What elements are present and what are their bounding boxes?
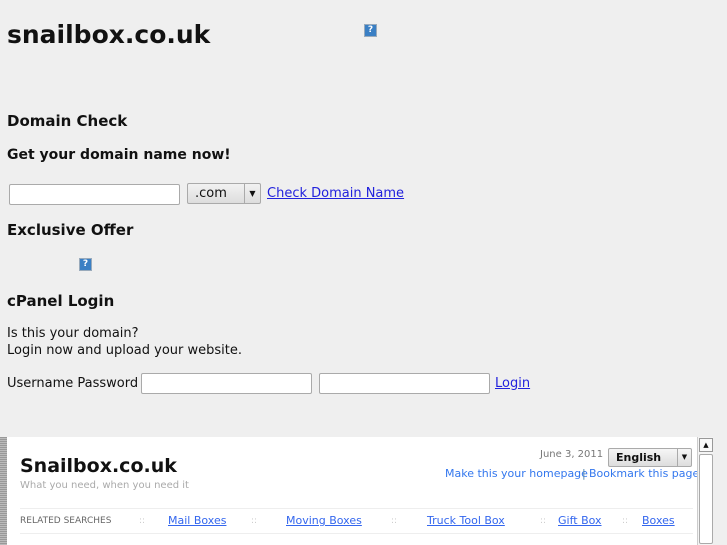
frame-title: Snailbox.co.uk (20, 455, 177, 477)
domain-input[interactable] (9, 184, 180, 205)
related-link[interactable]: Gift Box (558, 514, 602, 527)
language-select[interactable]: English ▼ (608, 448, 692, 467)
scroll-up-icon[interactable]: ▲ (699, 438, 713, 452)
cpanel-line1: Is this your domain? (7, 326, 139, 341)
related-link[interactable]: Mail Boxes (168, 514, 226, 527)
make-homepage-link[interactable]: Make this your homepage (445, 467, 588, 480)
exclusive-offer-heading: Exclusive Offer (7, 221, 134, 239)
domain-check-heading: Domain Check (7, 112, 128, 130)
related-link[interactable]: Boxes (642, 514, 675, 527)
check-domain-link[interactable]: Check Domain Name (267, 186, 404, 201)
missing-image-icon: ? (364, 24, 377, 37)
domain-check-subheading: Get your domain name now! (7, 147, 231, 163)
frame-edge (0, 437, 7, 545)
frame-tagline: What you need, when you need it (20, 480, 189, 491)
separator: :: (251, 516, 258, 526)
separator: :: (540, 516, 547, 526)
chevron-down-icon: ▼ (244, 184, 260, 203)
username-input[interactable] (141, 373, 312, 394)
missing-image-icon: ? (79, 258, 92, 271)
site-title: snailbox.co.uk (7, 20, 211, 49)
separator: :: (622, 516, 629, 526)
related-link[interactable]: Truck Tool Box (427, 514, 505, 527)
tld-select[interactable]: .com ▼ (187, 183, 261, 204)
frame-scrollbar[interactable]: ▲ (697, 437, 713, 545)
language-value: English (616, 451, 662, 464)
chevron-down-icon: ▼ (677, 449, 691, 466)
tld-value: .com (195, 186, 227, 201)
scroll-thumb[interactable] (699, 454, 713, 544)
cpanel-line2: Login now and upload your website. (7, 343, 243, 358)
related-searches-bar: RELATED SEARCHES :: Mail Boxes :: Moving… (20, 508, 693, 534)
login-label: Username Password (7, 376, 139, 391)
bookmark-link[interactable]: Bookmark this page (589, 467, 699, 480)
password-input[interactable] (319, 373, 490, 394)
cpanel-heading: cPanel Login (7, 292, 115, 310)
related-label: RELATED SEARCHES (20, 516, 112, 526)
related-link[interactable]: Moving Boxes (286, 514, 362, 527)
separator: :: (391, 516, 398, 526)
frame-date: June 3, 2011 (540, 449, 604, 460)
link-separator: | (582, 467, 586, 480)
login-link[interactable]: Login (495, 376, 530, 391)
separator: :: (139, 516, 146, 526)
